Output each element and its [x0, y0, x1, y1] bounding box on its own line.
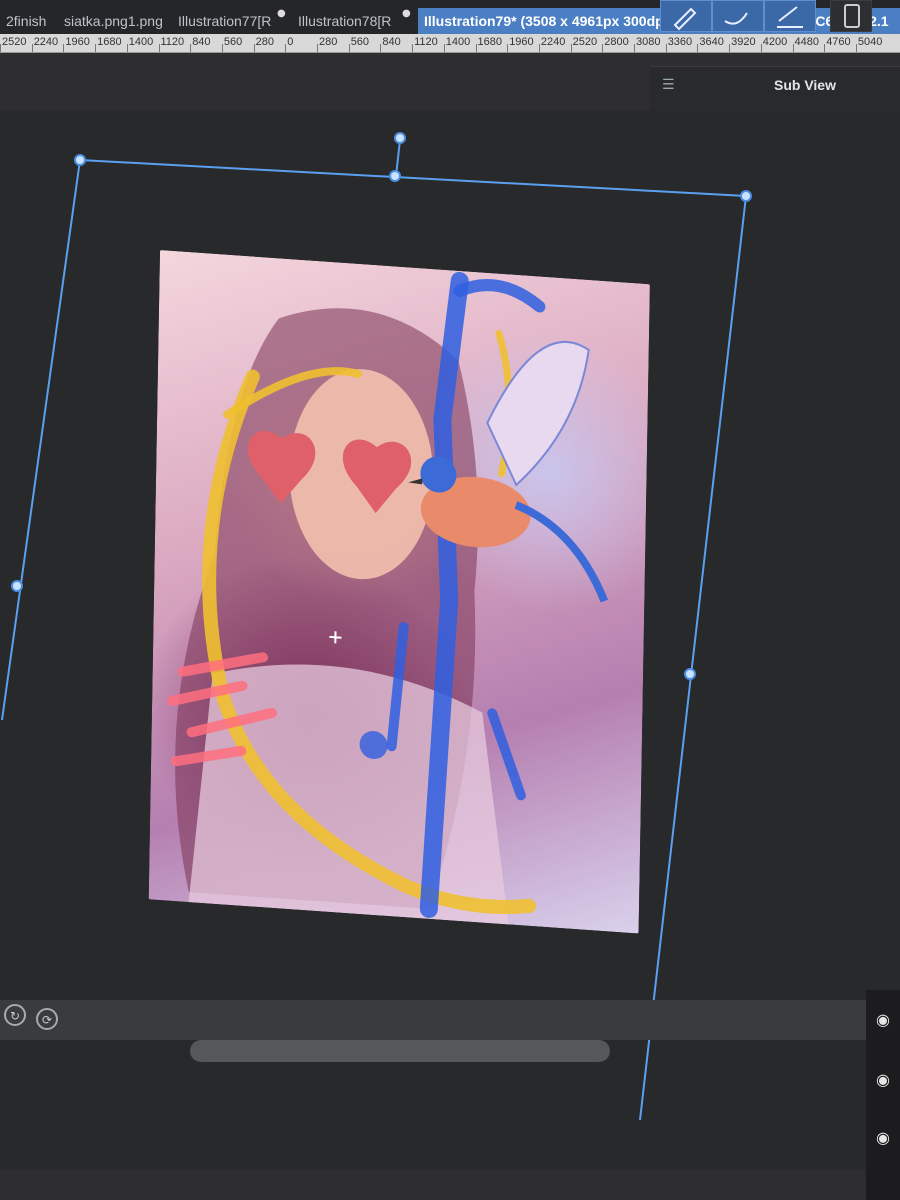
ruler-tick-label: 280 — [255, 36, 274, 48]
ruler-tick — [348, 44, 350, 52]
ruler-tick — [31, 44, 33, 52]
menu-icon[interactable]: ☰ — [662, 77, 675, 93]
transform-rotate-handle[interactable] — [394, 132, 406, 144]
ruler-tick — [729, 44, 731, 52]
brush-icon — [724, 12, 748, 25]
ruler-tick-label: 1400 — [128, 36, 154, 48]
ruler-tick — [538, 44, 540, 52]
tab-close-icon[interactable]: ● — [277, 8, 286, 19]
ruler-tick-label: 4200 — [762, 36, 788, 48]
tab-illustration78[interactable]: Illustration78[R — [292, 8, 414, 34]
ruler-tick-label: 3080 — [636, 36, 661, 48]
rotate-icon[interactable]: ↻ — [4, 1004, 26, 1026]
ruler-tick-label: 1120 — [160, 36, 185, 48]
tab-2finish[interactable]: 2finish — [0, 8, 62, 34]
ruler-tick-label: 1960 — [65, 36, 90, 48]
ruler-tick — [285, 44, 287, 52]
ruler-tick — [63, 44, 65, 52]
ruler-tick-label: 840 — [192, 36, 211, 48]
tab-label: Illustration77[R — [178, 13, 272, 29]
ruler-tick — [634, 44, 635, 52]
pen-icon — [673, 7, 697, 31]
blue-stroke — [453, 279, 546, 313]
tab-close-icon[interactable]: ● — [402, 8, 411, 19]
sub-view-panel: ☰ Sub View — [650, 66, 900, 111]
ruler-tick-label: 280 — [319, 36, 338, 48]
pen-tool-button[interactable] — [660, 0, 712, 32]
tab-illustration77[interactable]: Illustration77[R — [172, 8, 276, 34]
eye-icon[interactable]: ◉ — [876, 1012, 898, 1028]
active-tab-label: Illustration79* (3508 x 4961px 300dpi 18… — [424, 13, 889, 29]
ruler-tick-label: 560 — [350, 36, 370, 48]
transform-handle-top-right[interactable] — [740, 190, 752, 202]
document-tab-bar: 2finish siatka.png1.png Illustration77[R… — [0, 0, 900, 35]
sub-view-title: Sub View — [774, 77, 836, 93]
blue-stroke — [487, 708, 526, 801]
ruler-tick-label: 1680 — [477, 36, 502, 48]
ruler-tick — [412, 44, 414, 52]
ruler-tick — [317, 44, 318, 52]
ruler-tick-label: 0 — [287, 36, 294, 48]
ruler-tick-label: 2800 — [604, 36, 629, 48]
ruler-tick — [253, 44, 255, 52]
eye-icon[interactable]: ◉ — [876, 1130, 898, 1146]
ruler-tick-label: 1680 — [97, 36, 122, 48]
tab-label: 2finish — [6, 13, 47, 29]
ruler-tick-label: 3640 — [699, 36, 724, 48]
ruler-tick — [792, 44, 794, 52]
ruler-tick-label: 840 — [382, 36, 401, 48]
ruler-tick — [760, 44, 762, 52]
brush-tool-button[interactable] — [712, 0, 764, 32]
device-icon — [844, 4, 860, 28]
ruler-tick-label: 2240 — [33, 36, 59, 48]
ruler-tick-label: 1400 — [445, 36, 471, 48]
ruler-tick — [570, 44, 572, 52]
transform-handle-right[interactable] — [684, 668, 696, 680]
tab-siatka[interactable]: siatka.png1.png — [58, 8, 170, 34]
ruler-tick — [221, 44, 223, 52]
device-button[interactable] — [830, 0, 872, 32]
screen: 2finish siatka.png1.png Illustration77[R… — [0, 0, 900, 1200]
ruler-tick — [95, 44, 97, 52]
ruler-tick — [475, 44, 477, 52]
ruler-tick — [0, 44, 1, 52]
marker-icon — [777, 6, 803, 28]
ruler-tick — [443, 44, 445, 52]
ruler-tick — [697, 44, 699, 52]
ruler-tick — [158, 44, 160, 52]
ruler-tick-label: 5040 — [857, 36, 883, 48]
eye-icon[interactable]: ◉ — [876, 1072, 898, 1088]
transform-handle-top[interactable] — [389, 170, 401, 182]
ruler-tick — [665, 44, 667, 52]
ruler-tick — [824, 44, 826, 52]
tab-label: siatka.png1.png — [64, 13, 163, 29]
reset-icon[interactable]: ⟳ — [36, 1008, 58, 1030]
horizontal-scrollbar[interactable] — [190, 1040, 610, 1062]
ruler-tick-label: 560 — [223, 36, 243, 48]
ruler-tick-label: 2240 — [540, 36, 566, 48]
ruler-tick — [380, 44, 382, 52]
artwork-canvas[interactable] — [148, 250, 650, 934]
ruler-tick — [126, 44, 128, 52]
ruler-tick — [855, 44, 857, 52]
ruler-tick-label: 1960 — [509, 36, 534, 48]
ruler-tick-label: 4480 — [794, 36, 819, 48]
transform-handle-top-left[interactable] — [74, 154, 86, 166]
artwork-strokes — [167, 271, 609, 925]
marker-tool-button[interactable] — [764, 0, 816, 32]
ruler-tick-label: 3920 — [731, 36, 756, 48]
ruler-tick-label: 3360 — [667, 36, 693, 48]
ruler-tick-label: 4760 — [826, 36, 851, 48]
horizontal-ruler: 2520 2240 1960 1680 1400 1120 840 560 280 0 280 560… — [0, 34, 900, 53]
ruler-tick — [507, 44, 509, 52]
ruler-tick-label: 2520 — [572, 36, 598, 48]
ruler-tick-label: 1120 — [414, 36, 438, 48]
tab-label: Illustration78[R — [298, 13, 392, 29]
ruler-tick — [190, 44, 192, 52]
ruler-tick-label: 2520 — [2, 36, 27, 48]
status-bar — [0, 1000, 900, 1040]
tab-illustration79[interactable]: Illustration79* (3508 x 4961px 300dpi 18… — [418, 8, 900, 34]
ruler-tick — [602, 44, 604, 52]
transform-handle-left[interactable] — [11, 580, 23, 592]
